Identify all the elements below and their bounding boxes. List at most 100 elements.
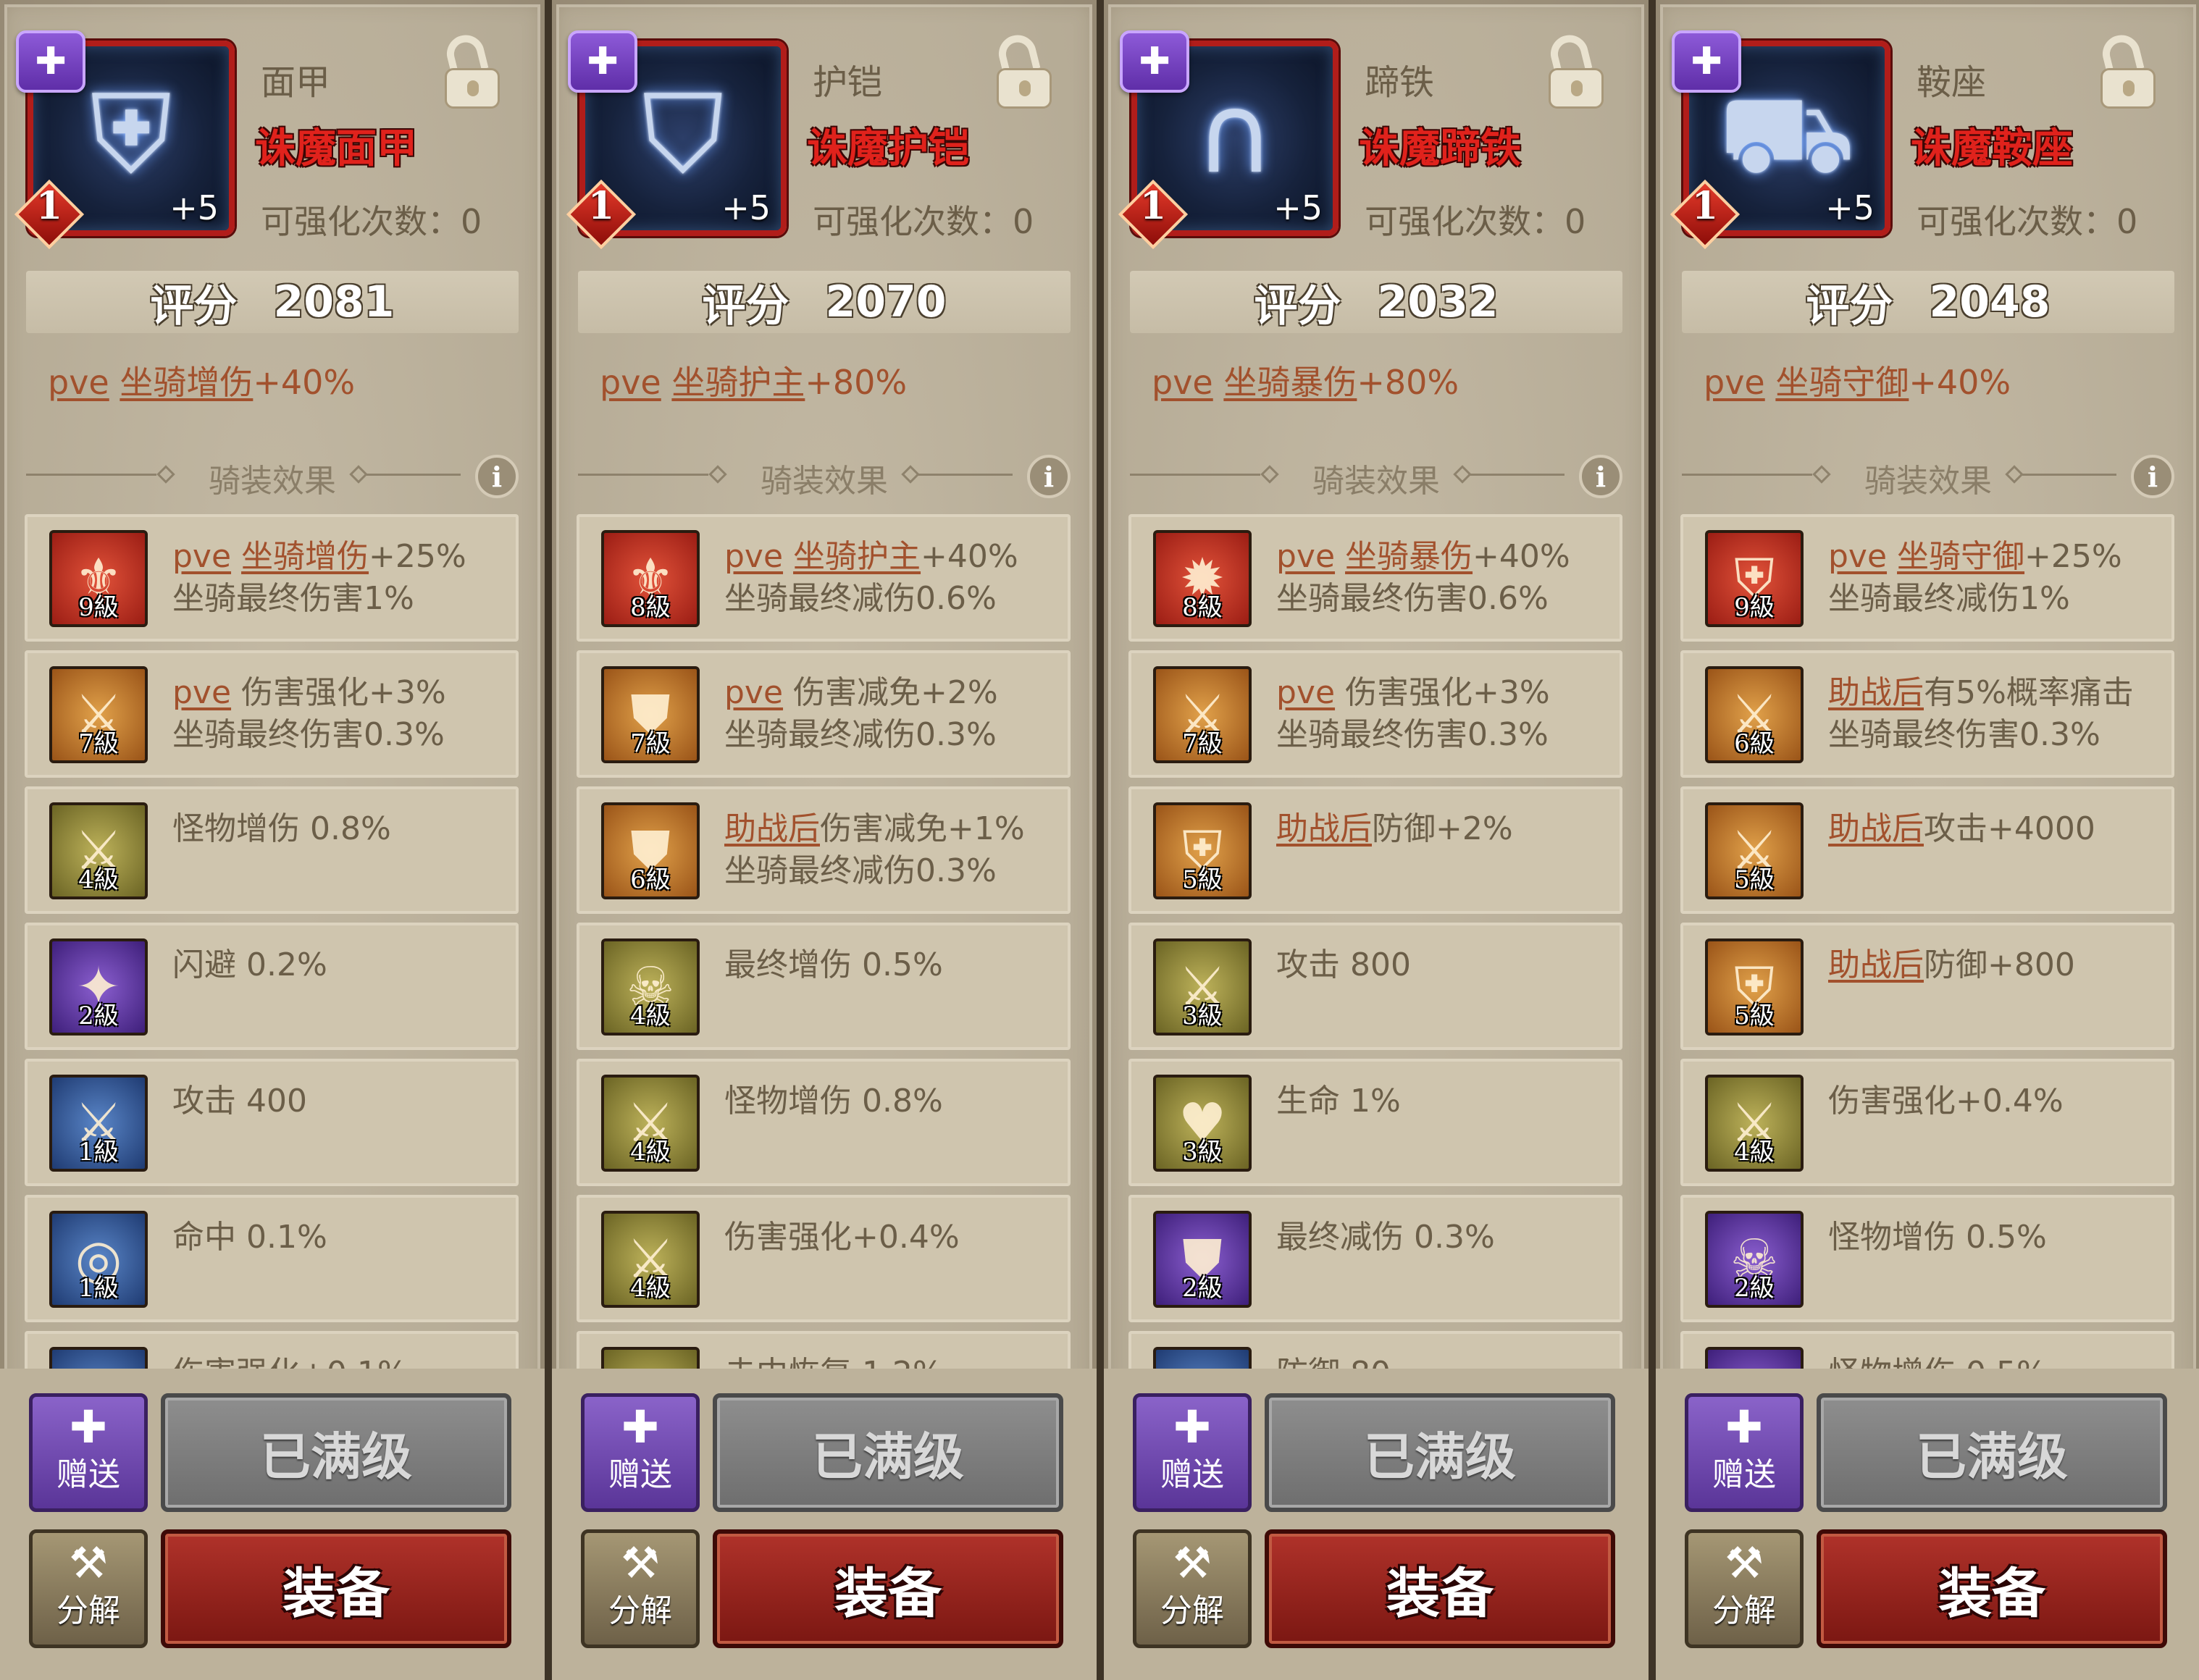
effects-list[interactable]: ✹ 8級 pve 坐骑暴伤+40% 坐骑最终伤害0.6% ⚔ 7級 pve 伤害强化+3% 坐… [1128, 514, 1622, 1370]
unlock-icon[interactable] [994, 30, 1053, 109]
effect-row: ⚔ 7級 pve 伤害强化+3% 坐骑最终伤害0.3% [1128, 650, 1622, 778]
gift-button[interactable]: ✚ 赠送 [1685, 1393, 1804, 1512]
maxed-button[interactable]: 已满级 [1817, 1393, 2167, 1512]
equip-button[interactable]: 装备 [713, 1529, 1063, 1648]
tier-number: 1 [1139, 184, 1167, 228]
maxed-button[interactable]: 已满级 [161, 1393, 511, 1512]
effect-stat[interactable]: 坐骑守御 [1897, 538, 2024, 575]
gift-button[interactable]: ✚ 赠送 [29, 1393, 148, 1512]
effect-stat[interactable]: 坐骑护主 [793, 538, 921, 575]
equip-button[interactable]: 装备 [1265, 1529, 1615, 1648]
effect-text: 助战后攻击+4000 [1828, 808, 2095, 850]
main-attr-prefix[interactable]: pve [1152, 363, 1213, 402]
main-attr-stat[interactable]: 坐骑护主 [671, 363, 805, 402]
dismantle-button[interactable]: ⚒ 分解 [1133, 1529, 1252, 1648]
effect-value: 防御+2% [1372, 810, 1513, 847]
panel-divider [1649, 0, 1656, 1680]
gift-icon: ✚ [1672, 30, 1741, 93]
item-name: 诛魔蹄铁 [1359, 125, 1521, 172]
effect-value: 怪物增伤 0.5% [1828, 1355, 2047, 1370]
main-attr-prefix[interactable]: pve [600, 363, 661, 402]
effect-level: 9級 [1734, 593, 1775, 622]
effect-value: 伤害强化+3% [241, 674, 446, 711]
equip-button[interactable]: 装备 [1817, 1529, 2167, 1648]
effect-stat[interactable]: 坐骑增伤 [241, 538, 369, 575]
effect-prefix[interactable]: pve [1828, 538, 1887, 575]
effect-line-1: 攻击 800 [1276, 944, 1411, 986]
main-attr-prefix[interactable]: pve [48, 363, 109, 402]
effect-prefix[interactable]: pve [724, 674, 783, 711]
effect-prefix[interactable]: pve [172, 538, 231, 575]
effect-prefix[interactable]: pve [1276, 674, 1335, 711]
effect-row: ✹ 8級 pve 坐骑暴伤+40% 坐骑最终伤害0.6% [1128, 514, 1622, 642]
gear-icon: ⛟ [1718, 71, 1856, 198]
effect-stat[interactable]: 坐骑暴伤 [1345, 538, 1473, 575]
dismantle-button[interactable]: ⚒ 分解 [581, 1529, 700, 1648]
effect-row: ⚔ 4級 伤害强化+0.4% [577, 1195, 1071, 1322]
gift-label: 赠送 [56, 1456, 120, 1493]
effect-prefix[interactable]: pve [724, 538, 783, 575]
effect-value: 伤害减免+1% [820, 810, 1025, 847]
effect-icon: ⛊ 2級 [1153, 1211, 1252, 1308]
equip-button[interactable]: 装备 [161, 1529, 511, 1648]
main-attr-prefix[interactable]: pve [1704, 363, 1765, 402]
effect-row: ⚔ 1級 攻击 400 [25, 1059, 519, 1186]
effect-stat[interactable]: 助战后 [1276, 810, 1372, 847]
score-value: 2081 [273, 277, 395, 327]
effect-level: 8級 [630, 593, 671, 622]
unlock-icon[interactable] [2098, 30, 2157, 109]
equipment-panel: ⛨ ✚ 1 +5 面甲 诛魔面甲 可强化次数：0 评分 2081 pve 坐骑增伤+40% 骑装效果… [0, 0, 545, 1680]
tier-number: 1 [1691, 184, 1719, 228]
effects-title: 骑装效果 [1312, 463, 1440, 500]
gear-icon-frame[interactable]: ⛉ ✚ 1 +5 [566, 30, 787, 250]
effect-text: 助战后防御+2% [1276, 808, 1513, 850]
enhance-count: 可强化次数：0 [1365, 196, 1586, 243]
effect-stat[interactable]: 助战后 [1828, 810, 1924, 847]
effects-list[interactable]: ⚜ 9級 pve 坐骑增伤+25% 坐骑最终伤害1% ⚔ 7級 pve 伤害强化+3% 坐骑最… [25, 514, 519, 1370]
gear-icon-frame[interactable]: ⛟ ✚ 1 +5 [1670, 30, 1890, 250]
gear-icon-frame[interactable]: ∩ ✚ 1 +5 [1118, 30, 1339, 250]
effect-value: +40% [1473, 538, 1570, 575]
enhance-count: 可强化次数：0 [813, 196, 1034, 243]
dismantle-button[interactable]: ⚒ 分解 [1685, 1529, 1804, 1648]
main-attr-stat[interactable]: 坐骑增伤 [120, 363, 253, 402]
gift-icon: ✚ [70, 1400, 107, 1453]
effect-text: 攻击 400 [172, 1080, 307, 1122]
effect-text: 怪物增伤 0.8% [172, 808, 391, 850]
main-attr-stat[interactable]: 坐骑守御 [1775, 363, 1909, 402]
effects-list[interactable]: ⛨ 9級 pve 坐骑守御+25% 坐骑最终减伤1% ⚔ 6級 助战后有5%概率痛击 坐骑最终… [1680, 514, 2174, 1370]
unlock-icon[interactable] [443, 30, 501, 109]
score-label: 评分 [702, 280, 789, 332]
effect-stat[interactable]: 助战后 [1828, 946, 1924, 983]
gear-icon-frame[interactable]: ⛨ ✚ 1 +5 [14, 30, 235, 250]
effect-prefix[interactable]: pve [172, 674, 231, 711]
info-icon[interactable]: i [1579, 455, 1622, 498]
main-attr-stat[interactable]: 坐骑暴伤 [1223, 363, 1357, 402]
effect-value: 伤害强化+0.4% [724, 1219, 960, 1256]
info-icon[interactable]: i [2131, 455, 2174, 498]
maxed-button[interactable]: 已满级 [713, 1393, 1063, 1512]
dismantle-button[interactable]: ⚒ 分解 [29, 1529, 148, 1648]
enhance-label: 可强化次数： [813, 202, 1013, 241]
effect-line-2: 坐骑最终伤害0.6% [1276, 580, 1549, 617]
effect-stat[interactable]: 助战后 [1828, 674, 1924, 711]
gift-button[interactable]: ✚ 赠送 [1133, 1393, 1252, 1512]
effects-list[interactable]: ⚜ 8級 pve 坐骑护主+40% 坐骑最终减伤0.6% ⛊ 7級 pve 伤害减免+2% 坐… [577, 514, 1071, 1370]
effect-line-1: 助战后有5%概率痛击 [1828, 672, 2134, 714]
effect-icon: ◎ 1級 [49, 1211, 148, 1308]
maxed-button[interactable]: 已满级 [1265, 1393, 1615, 1512]
info-icon[interactable]: i [475, 455, 519, 498]
unlock-icon[interactable] [1546, 30, 1605, 109]
effect-icon: ⛨ 9級 [1705, 530, 1804, 627]
gift-button[interactable]: ✚ 赠送 [581, 1393, 700, 1512]
effect-stat[interactable]: 助战后 [724, 810, 820, 847]
effect-value: 伤害减免+2% [793, 674, 998, 711]
effect-prefix[interactable]: pve [1276, 538, 1335, 575]
effect-text: 伤害强化+0.4% [1828, 1080, 2064, 1122]
effect-line-1: 攻击 400 [172, 1080, 307, 1122]
action-buttons: ✚ 赠送 已满级 ⚒ 分解 装备 [552, 1369, 1097, 1680]
effect-row: ⛨ 9級 pve 坐骑守御+25% 坐骑最终减伤1% [1680, 514, 2174, 642]
effect-level: 6級 [1734, 729, 1775, 758]
info-icon[interactable]: i [1027, 455, 1071, 498]
effect-row: ⛊ 2級 最终减伤 0.3% [1128, 1195, 1622, 1322]
